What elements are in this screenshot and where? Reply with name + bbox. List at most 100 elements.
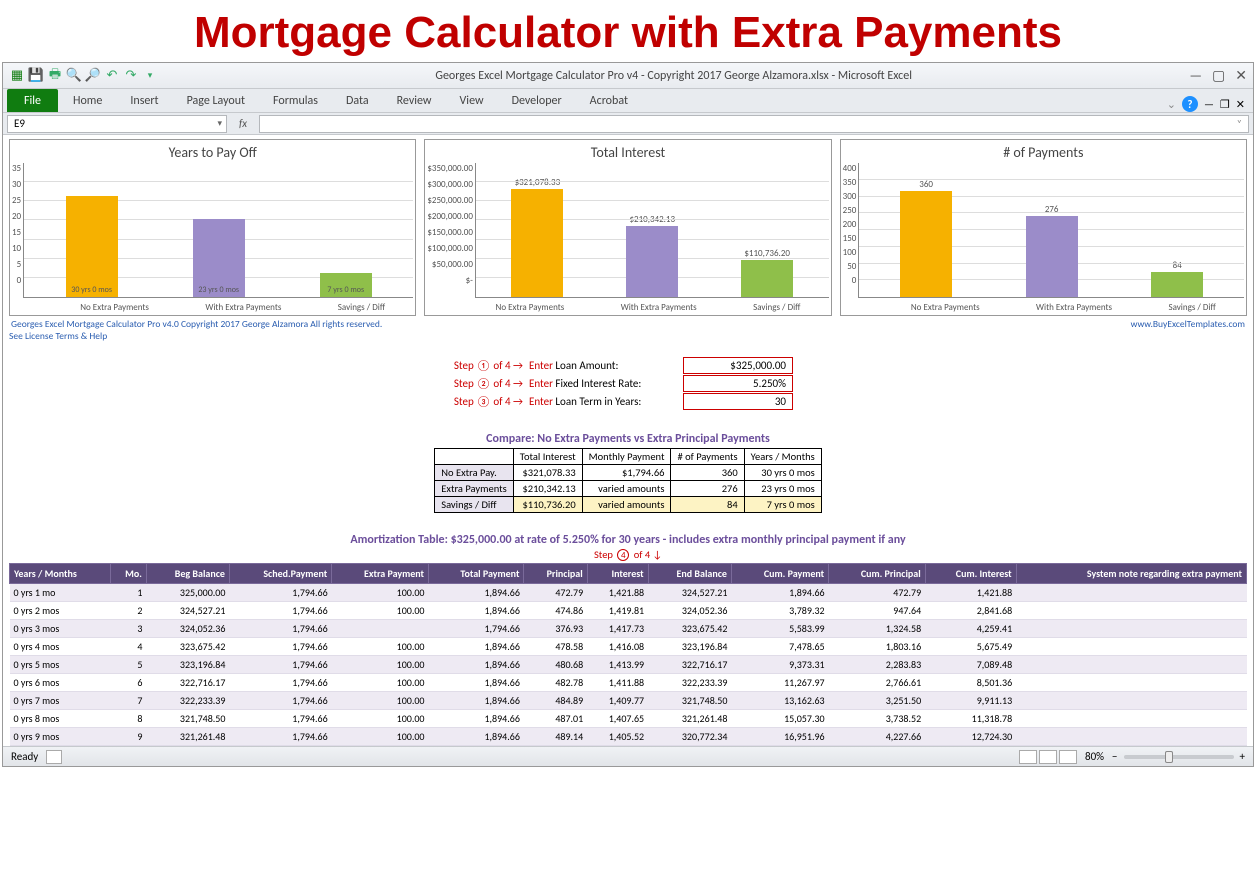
amort-header: Cum. Principal (829, 564, 926, 584)
tab-acrobat[interactable]: Acrobat (577, 89, 641, 112)
amort-header: Years / Months (10, 564, 111, 584)
amort-cell: 487.01 (524, 710, 587, 728)
name-box[interactable]: E9 (7, 115, 227, 133)
normal-view-button[interactable] (1019, 750, 1037, 764)
amort-cell (1016, 728, 1246, 746)
chart-card: Years to Pay Off3530252015105030 yrs 0 m… (9, 139, 416, 316)
tab-file[interactable]: File (7, 89, 58, 112)
compare-cell: 23 yrs 0 mos (744, 481, 821, 497)
amort-header: System note regarding extra payment (1016, 564, 1246, 584)
zoom-slider[interactable] (1124, 755, 1234, 759)
amort-header: Cum. Payment (731, 564, 828, 584)
tab-review[interactable]: Review (384, 89, 445, 112)
amort-cell: 5,583.99 (731, 620, 828, 638)
compare-cell: 84 (671, 497, 744, 513)
zoom-in-button[interactable]: + (1240, 750, 1245, 763)
amort-cell: 8,501.36 (925, 674, 1016, 692)
compare-row-header: No Extra Pay. (435, 465, 514, 481)
step-input-1[interactable]: 5.250% (683, 375, 793, 392)
chart-bar (626, 226, 678, 297)
name-box-value: E9 (14, 117, 25, 130)
find-replace-icon[interactable]: 🔎 (85, 68, 101, 84)
license-link[interactable]: See License Terms & Help (9, 330, 1247, 342)
status-ready: Ready (11, 750, 38, 763)
amort-cell: 322,716.17 (648, 656, 731, 674)
formula-bar[interactable] (259, 115, 1249, 133)
compare-header: Total Interest (513, 449, 582, 465)
amort-cell: 7 (110, 692, 146, 710)
website-link[interactable]: www.BuyExcelTemplates.com (1131, 318, 1245, 330)
amort-cell: 5 (110, 656, 146, 674)
workbook-minimize-icon[interactable]: — (1204, 98, 1214, 111)
tab-data[interactable]: Data (333, 89, 382, 112)
amort-cell: 484.89 (524, 692, 587, 710)
redo-icon[interactable]: ↷ (123, 68, 139, 84)
amort-cell: 321,261.48 (648, 710, 731, 728)
maximize-icon[interactable]: ▢ (1212, 67, 1225, 84)
amort-cell (332, 620, 429, 638)
chart-bar (1151, 272, 1203, 297)
step-input-0[interactable]: $325,000.00 (683, 357, 793, 374)
ribbon-tabs: File Home Insert Page Layout Formulas Da… (3, 89, 1253, 113)
amort-cell: 13,162.63 (731, 692, 828, 710)
save-icon[interactable]: 💾 (28, 68, 44, 84)
amort-cell: 3,738.52 (829, 710, 926, 728)
table-row: 0 yrs 1 mo1325,000.001,794.66100.001,894… (10, 584, 1247, 602)
tab-view[interactable]: View (447, 89, 497, 112)
amort-cell: 1,803.16 (829, 638, 926, 656)
amort-cell: 11,267.97 (731, 674, 828, 692)
step-field-label: Enter Loan Term in Years: (523, 395, 683, 408)
tab-developer[interactable]: Developer (499, 89, 575, 112)
amort-cell: 489.14 (524, 728, 587, 746)
amort-cell: 1,407.65 (587, 710, 648, 728)
table-row: 0 yrs 9 mos9321,261.481,794.66100.001,89… (10, 728, 1247, 746)
amort-cell: 6 (110, 674, 146, 692)
amort-cell: 0 yrs 9 mos (10, 728, 111, 746)
find-icon[interactable]: 🔍 (66, 68, 82, 84)
page-title: Mortgage Calculator with Extra Payments (0, 0, 1256, 62)
compare-cell: $210,342.13 (513, 481, 582, 497)
amort-cell: 324,052.36 (648, 602, 731, 620)
amort-cell: 1,794.66 (229, 584, 331, 602)
amort-cell: 480.68 (524, 656, 587, 674)
zoom-out-button[interactable]: − (1112, 750, 1117, 763)
tab-home[interactable]: Home (60, 89, 115, 112)
page-break-view-button[interactable] (1059, 750, 1077, 764)
amort-table: Years / MonthsMo.Beg BalanceSched.Paymen… (9, 563, 1247, 746)
amort-cell: 947.64 (829, 602, 926, 620)
compare-cell: $321,078.33 (513, 465, 582, 481)
sheet-tab-icon[interactable] (46, 750, 62, 764)
qat-dropdown-icon[interactable]: ▾ (142, 68, 158, 84)
compare-row-header: Extra Payments (435, 481, 514, 497)
amort-header: Mo. (110, 564, 146, 584)
amort-cell: 15,057.30 (731, 710, 828, 728)
undo-icon[interactable]: ↶ (104, 68, 120, 84)
minimize-icon[interactable]: — (1189, 67, 1202, 84)
amort-cell: 100.00 (332, 692, 429, 710)
fx-label[interactable]: fx (231, 117, 255, 130)
compare-cell: 360 (671, 465, 744, 481)
compare-cell: 276 (671, 481, 744, 497)
amort-cell: 320,772.34 (648, 728, 731, 746)
page-layout-view-button[interactable] (1039, 750, 1057, 764)
workbook-restore-icon[interactable]: ❐ (1220, 98, 1230, 111)
table-row: 0 yrs 3 mos3324,052.361,794.661,794.6637… (10, 620, 1247, 638)
workbook-close-icon[interactable]: ✕ (1236, 98, 1245, 111)
close-icon[interactable]: ✕ (1235, 67, 1247, 84)
amort-cell: 1,411.88 (587, 674, 648, 692)
amort-cell: 12,724.30 (925, 728, 1016, 746)
tab-page-layout[interactable]: Page Layout (174, 89, 258, 112)
amort-cell (1016, 602, 1246, 620)
amort-cell: 324,052.36 (146, 620, 229, 638)
help-icon[interactable]: ? (1182, 96, 1198, 112)
tab-insert[interactable]: Insert (117, 89, 171, 112)
ribbon-collapse-icon[interactable]: ⌄ (1167, 98, 1176, 111)
chart-bar (1026, 216, 1078, 297)
amort-cell: 1,894.66 (429, 692, 524, 710)
compare-row-header: Savings / Diff (435, 497, 514, 513)
tab-formulas[interactable]: Formulas (260, 89, 331, 112)
print-icon[interactable]: 🖶 (47, 68, 63, 84)
compare-title: Compare: No Extra Payments vs Extra Prin… (9, 432, 1247, 446)
amort-header: Cum. Interest (925, 564, 1016, 584)
step-input-2[interactable]: 30 (683, 393, 793, 410)
